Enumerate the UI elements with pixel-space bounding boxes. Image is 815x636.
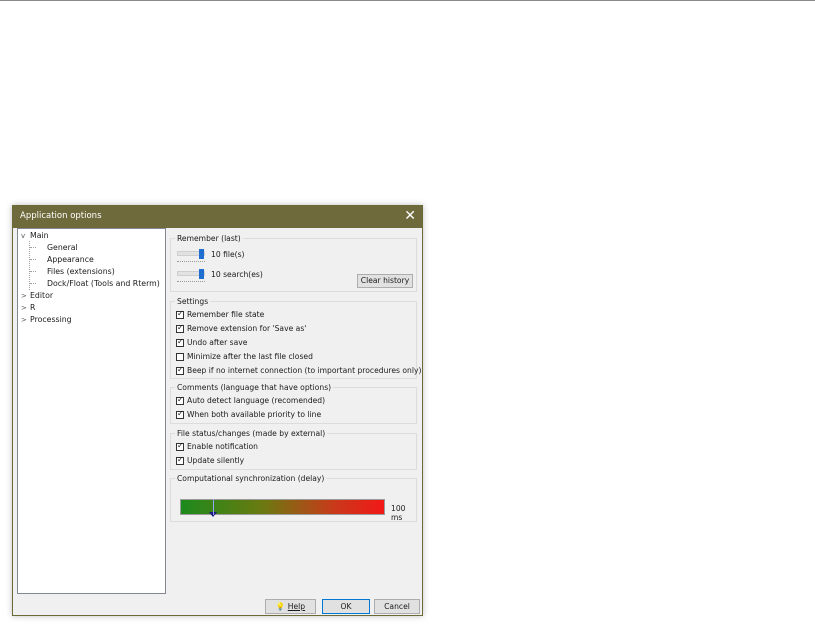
tree-connector xyxy=(30,247,36,248)
checkbox-label: Undo after save xyxy=(187,338,248,347)
tree-item-appearance[interactable]: Appearance xyxy=(47,255,94,264)
group-label: File status/changes (made by external) xyxy=(175,429,328,438)
ok-button[interactable]: OK xyxy=(322,599,370,614)
tree-connector xyxy=(30,271,36,272)
checkbox-box[interactable] xyxy=(176,353,184,361)
group-label: Settings xyxy=(175,297,211,306)
chevron-right-icon[interactable]: > xyxy=(21,316,30,324)
group-label: Computational synchronization (delay) xyxy=(175,474,327,483)
checkbox-label: Enable notification xyxy=(187,442,258,451)
group-label: Comments (language that have options) xyxy=(175,383,334,392)
title-bar: Application options ✕ xyxy=(13,206,422,228)
files-slider[interactable] xyxy=(177,249,205,262)
tree-item-label: Editor xyxy=(30,291,54,300)
lightbulb-icon: 💡 xyxy=(275,602,286,611)
top-divider xyxy=(0,0,815,1)
tree-item-general[interactable]: General xyxy=(47,243,78,252)
file-status-group: File status/changes (made by external) E… xyxy=(170,429,417,470)
delay-gradient-bar[interactable] xyxy=(180,499,385,517)
search-slider[interactable] xyxy=(177,269,205,282)
checkbox-box[interactable] xyxy=(176,441,184,451)
tree-item-label: Main xyxy=(30,231,49,240)
slider-thumb[interactable] xyxy=(199,249,204,259)
checkbox-label: Remember file state xyxy=(187,310,265,319)
checkbox-label: When both available priority to line xyxy=(187,410,322,419)
remember-file-state-checkbox[interactable]: Remember file state xyxy=(176,309,265,319)
cancel-button[interactable]: Cancel xyxy=(374,599,420,614)
sync-group: Computational synchronization (delay) 10… xyxy=(170,474,417,522)
priority-to-line-checkbox[interactable]: When both available priority to line xyxy=(176,409,322,419)
help-label: Help xyxy=(287,602,306,611)
delay-marker-line xyxy=(213,499,214,515)
checkbox-box[interactable] xyxy=(176,395,184,405)
tree-item-files-extensions[interactable]: Files (extensions) xyxy=(47,267,115,276)
tree-connector xyxy=(30,283,36,284)
clear-history-button[interactable]: Clear history xyxy=(357,274,413,288)
tree-item-label: Dock/Float (Tools and Rterm) xyxy=(47,279,160,288)
options-panel: Remember (last) 10 file(s) 10 search(es)… xyxy=(167,228,421,594)
checkbox-box[interactable] xyxy=(176,309,184,319)
comments-group: Comments (language that have options) Au… xyxy=(170,383,417,424)
checkbox-box[interactable] xyxy=(176,323,184,333)
dialog-footer: 💡 Help OK Cancel xyxy=(13,596,422,615)
chevron-right-icon[interactable]: > xyxy=(21,292,30,300)
tree-item-label: Files (extensions) xyxy=(47,267,115,276)
chevron-right-icon[interactable]: > xyxy=(21,304,30,312)
search-count: 10 search(es) xyxy=(211,270,263,279)
checkbox-label: Beep if no internet connection (to impor… xyxy=(187,366,422,375)
dialog-title: Application options xyxy=(20,211,102,221)
tree-item-label: R xyxy=(30,303,36,312)
tree-item-processing[interactable]: > Processing xyxy=(21,315,72,324)
checkbox-label: Remove extension for 'Save as' xyxy=(187,324,307,333)
checkbox-label: Minimize after the last file closed xyxy=(187,352,313,361)
help-button[interactable]: 💡 Help xyxy=(265,599,316,614)
settings-group: Settings Remember file state Remove exte… xyxy=(170,297,421,379)
slider-ticks xyxy=(177,261,205,262)
checkbox-box[interactable] xyxy=(176,337,184,347)
remove-extension-checkbox[interactable]: Remove extension for 'Save as' xyxy=(176,323,307,333)
slider-thumb[interactable] xyxy=(199,269,204,279)
delay-value: 100 ms xyxy=(391,504,406,522)
checkbox-box[interactable] xyxy=(176,409,184,419)
tree-item-label: Appearance xyxy=(47,255,94,264)
checkbox-box[interactable] xyxy=(176,455,184,465)
beep-no-internet-checkbox[interactable]: Beep if no internet connection (to impor… xyxy=(176,365,422,375)
group-label: Remember (last) xyxy=(175,234,243,243)
tree-item-label: Processing xyxy=(30,315,72,324)
enable-notification-checkbox[interactable]: Enable notification xyxy=(176,441,258,451)
auto-detect-language-checkbox[interactable]: Auto detect language (recomended) xyxy=(176,395,326,405)
tree-item-r[interactable]: > R xyxy=(21,303,35,312)
checkbox-label: Auto detect language (recomended) xyxy=(187,396,326,405)
tree-item-label: General xyxy=(47,243,78,252)
checkbox-label: Update silently xyxy=(187,456,245,465)
close-icon[interactable]: ✕ xyxy=(404,208,416,224)
slider-ticks xyxy=(177,281,205,282)
tree-item-editor[interactable]: > Editor xyxy=(21,291,53,300)
tree-item-dock-float[interactable]: Dock/Float (Tools and Rterm) xyxy=(47,279,160,288)
files-count: 10 file(s) xyxy=(211,250,245,259)
checkbox-box[interactable] xyxy=(176,365,184,375)
tree-connector xyxy=(30,259,36,260)
undo-after-save-checkbox[interactable]: Undo after save xyxy=(176,337,248,347)
update-silently-checkbox[interactable]: Update silently xyxy=(176,455,245,465)
options-tree[interactable]: v Main General Appearance Files (extensio… xyxy=(17,228,166,594)
tree-item-main[interactable]: v Main xyxy=(21,231,49,240)
remember-group: Remember (last) 10 file(s) 10 search(es)… xyxy=(170,234,417,292)
application-options-dialog: Application options ✕ v Main General Appe… xyxy=(12,205,423,616)
chevron-down-icon[interactable]: v xyxy=(21,232,30,240)
minimize-after-close-checkbox[interactable]: Minimize after the last file closed xyxy=(176,352,313,361)
